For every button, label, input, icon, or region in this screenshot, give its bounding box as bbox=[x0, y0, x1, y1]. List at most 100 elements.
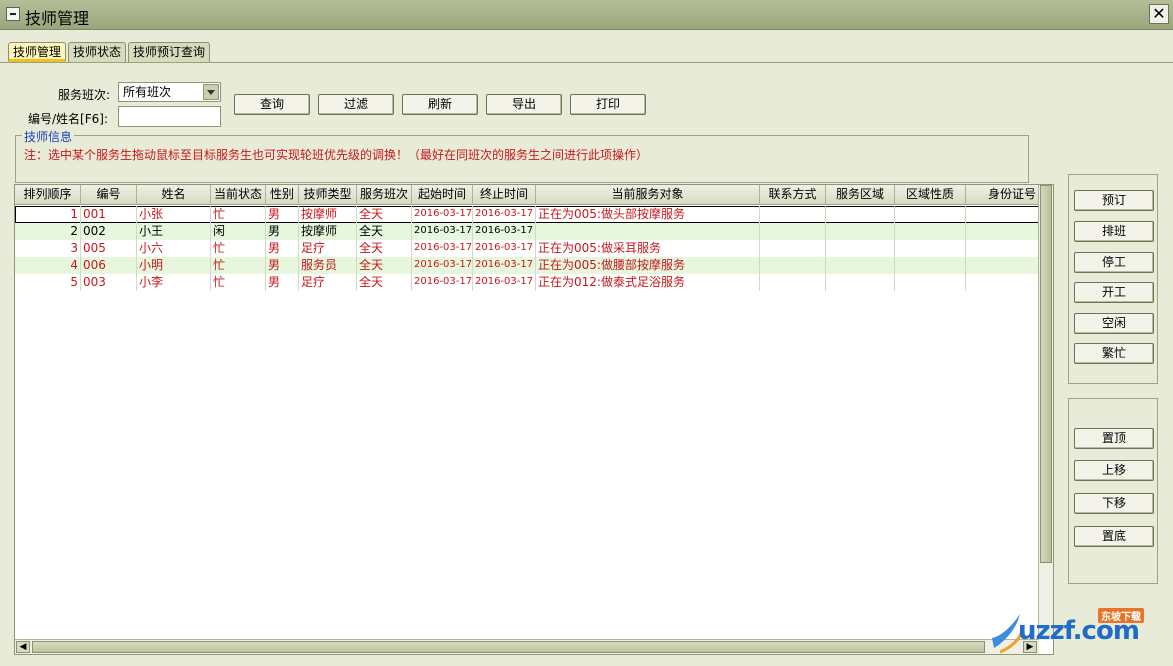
column-header-type[interactable]: 技师类型 bbox=[299, 185, 357, 205]
column-header-contact[interactable]: 联系方式 bbox=[760, 185, 826, 205]
stop-work-button[interactable]: 停工 bbox=[1074, 252, 1154, 273]
cell-shift: 全天 bbox=[357, 206, 412, 223]
drag-hint-note: 注：选中某个服务生拖动鼠标至目标服务生也可实现轮班优先级的调换！（最好在同班次的… bbox=[24, 148, 649, 162]
cell-shift: 全天 bbox=[357, 274, 412, 291]
table-row[interactable]: 5 003 小李 忙 男 足疗 全天 2016-03-17 2016-03-17… bbox=[15, 274, 1039, 291]
cell-gender: 男 bbox=[266, 206, 299, 223]
export-button[interactable]: 导出 bbox=[486, 94, 562, 115]
column-header-gender[interactable]: 性别 bbox=[266, 185, 299, 205]
column-header-target[interactable]: 当前服务对象 bbox=[536, 185, 760, 205]
cell-status: 忙 bbox=[211, 206, 266, 223]
cell-type: 按摩师 bbox=[299, 206, 357, 223]
query-button[interactable]: 查询 bbox=[234, 94, 310, 115]
close-button[interactable]: ✕ bbox=[1149, 4, 1169, 24]
start-work-button[interactable]: 开工 bbox=[1074, 282, 1154, 303]
column-header-area[interactable]: 服务区域 bbox=[826, 185, 895, 205]
shift-select[interactable]: 所有班次 bbox=[118, 82, 221, 102]
table-row[interactable]: 3 005 小六 忙 男 足疗 全天 2016-03-17 2016-03-17… bbox=[15, 240, 1039, 257]
cell-end: 2016-03-17 bbox=[473, 274, 536, 291]
tab-technician-management[interactable]: 技师管理 bbox=[8, 42, 67, 62]
cell-contact bbox=[760, 274, 826, 291]
id-name-input[interactable] bbox=[118, 106, 221, 127]
column-header-start[interactable]: 起始时间 bbox=[412, 185, 473, 205]
cell-start: 2016-03-17 bbox=[412, 257, 473, 274]
table-row[interactable]: 4 006 小明 忙 男 服务员 全天 2016-03-17 2016-03-1… bbox=[15, 257, 1039, 274]
set-idle-button[interactable]: 空闲 bbox=[1074, 313, 1154, 334]
cell-target: 正在为005:做采耳服务 bbox=[536, 240, 760, 257]
chevron-down-icon[interactable] bbox=[203, 84, 219, 100]
cell-contact bbox=[760, 206, 826, 223]
cell-order: 2 bbox=[15, 223, 81, 240]
cell-status: 忙 bbox=[211, 274, 266, 291]
tab-technician-status[interactable]: 技师状态 bbox=[68, 42, 127, 62]
table-header: 排列顺序 编号 姓名 当前状态 性别 技师类型 服务班次 起始时间 终止时间 当… bbox=[15, 185, 1039, 205]
tab-strip: 技师管理 技师状态 技师预订查询 bbox=[8, 42, 212, 62]
cell-contact bbox=[760, 223, 826, 240]
vertical-scrollbar[interactable] bbox=[1038, 185, 1053, 640]
cell-area-type bbox=[895, 206, 966, 223]
table-row[interactable]: 1 001 小张 忙 男 按摩师 全天 2016-03-17 2016-03-1… bbox=[15, 206, 1039, 223]
book-button[interactable]: 预订 bbox=[1074, 190, 1154, 211]
column-header-idcard[interactable]: 身份证号 bbox=[966, 185, 1039, 205]
vertical-scroll-thumb[interactable] bbox=[1040, 185, 1052, 563]
cell-idcard bbox=[966, 223, 1039, 240]
cell-target: 正在为005:做腰部按摩服务 bbox=[536, 257, 760, 274]
cell-shift: 全天 bbox=[357, 223, 412, 240]
table-row[interactable]: 2 002 小王 闲 男 按摩师 全天 2016-03-17 2016-03-1… bbox=[15, 223, 1039, 240]
cell-type: 按摩师 bbox=[299, 223, 357, 240]
cell-area-type bbox=[895, 274, 966, 291]
cell-contact bbox=[760, 257, 826, 274]
column-header-order[interactable]: 排列顺序 bbox=[15, 185, 81, 205]
cell-id: 006 bbox=[81, 257, 137, 274]
column-header-id[interactable]: 编号 bbox=[81, 185, 137, 205]
column-header-shift[interactable]: 服务班次 bbox=[357, 185, 412, 205]
watermark-text: uzzf.com bbox=[1018, 616, 1140, 646]
title-bar: 技师管理 ✕ bbox=[0, 0, 1173, 30]
cell-name: 小六 bbox=[137, 240, 211, 257]
cell-start: 2016-03-17 bbox=[412, 274, 473, 291]
cell-gender: 男 bbox=[266, 223, 299, 240]
column-header-status[interactable]: 当前状态 bbox=[211, 185, 266, 205]
cell-end: 2016-03-17 bbox=[473, 223, 536, 240]
cell-name: 小张 bbox=[137, 206, 211, 223]
cell-name: 小明 bbox=[137, 257, 211, 274]
cell-status: 忙 bbox=[211, 240, 266, 257]
cell-area bbox=[826, 206, 895, 223]
cell-end: 2016-03-17 bbox=[473, 206, 536, 223]
cell-area bbox=[826, 223, 895, 240]
cell-target bbox=[536, 223, 760, 240]
scroll-left-icon[interactable]: ◀ bbox=[16, 641, 30, 653]
cell-gender: 男 bbox=[266, 240, 299, 257]
cell-status: 闲 bbox=[211, 223, 266, 240]
cell-end: 2016-03-17 bbox=[473, 257, 536, 274]
technician-table: 排列顺序 编号 姓名 当前状态 性别 技师类型 服务班次 起始时间 终止时间 当… bbox=[14, 184, 1054, 655]
cell-type: 足疗 bbox=[299, 240, 357, 257]
cell-target: 正在为005:做头部按摩服务 bbox=[536, 206, 760, 223]
move-bottom-button[interactable]: 置底 bbox=[1074, 526, 1154, 547]
horizontal-scrollbar[interactable]: ◀ ▶ bbox=[15, 639, 1039, 654]
refresh-button[interactable]: 刷新 bbox=[402, 94, 478, 115]
cell-id: 001 bbox=[81, 206, 137, 223]
technician-info-title: 技师信息 bbox=[22, 128, 75, 145]
cell-id: 005 bbox=[81, 240, 137, 257]
move-top-button[interactable]: 置顶 bbox=[1074, 428, 1154, 449]
schedule-button[interactable]: 排班 bbox=[1074, 221, 1154, 242]
cell-target: 正在为012:做泰式足浴服务 bbox=[536, 274, 760, 291]
cell-start: 2016-03-17 bbox=[412, 206, 473, 223]
window-menu-icon[interactable] bbox=[6, 7, 20, 21]
cell-type: 服务员 bbox=[299, 257, 357, 274]
set-busy-button[interactable]: 繁忙 bbox=[1074, 343, 1154, 364]
print-button[interactable]: 打印 bbox=[570, 94, 646, 115]
horizontal-scroll-thumb[interactable] bbox=[32, 641, 985, 653]
tab-technician-booking-query[interactable]: 技师预订查询 bbox=[128, 42, 211, 62]
filter-button[interactable]: 过滤 bbox=[318, 94, 394, 115]
cell-area-type bbox=[895, 240, 966, 257]
cell-start: 2016-03-17 bbox=[412, 223, 473, 240]
column-header-end[interactable]: 终止时间 bbox=[473, 185, 536, 205]
cell-gender: 男 bbox=[266, 257, 299, 274]
column-header-area-type[interactable]: 区域性质 bbox=[895, 185, 966, 205]
move-down-button[interactable]: 下移 bbox=[1074, 493, 1154, 514]
cell-area-type bbox=[895, 223, 966, 240]
column-header-name[interactable]: 姓名 bbox=[137, 185, 211, 205]
move-up-button[interactable]: 上移 bbox=[1074, 460, 1154, 481]
